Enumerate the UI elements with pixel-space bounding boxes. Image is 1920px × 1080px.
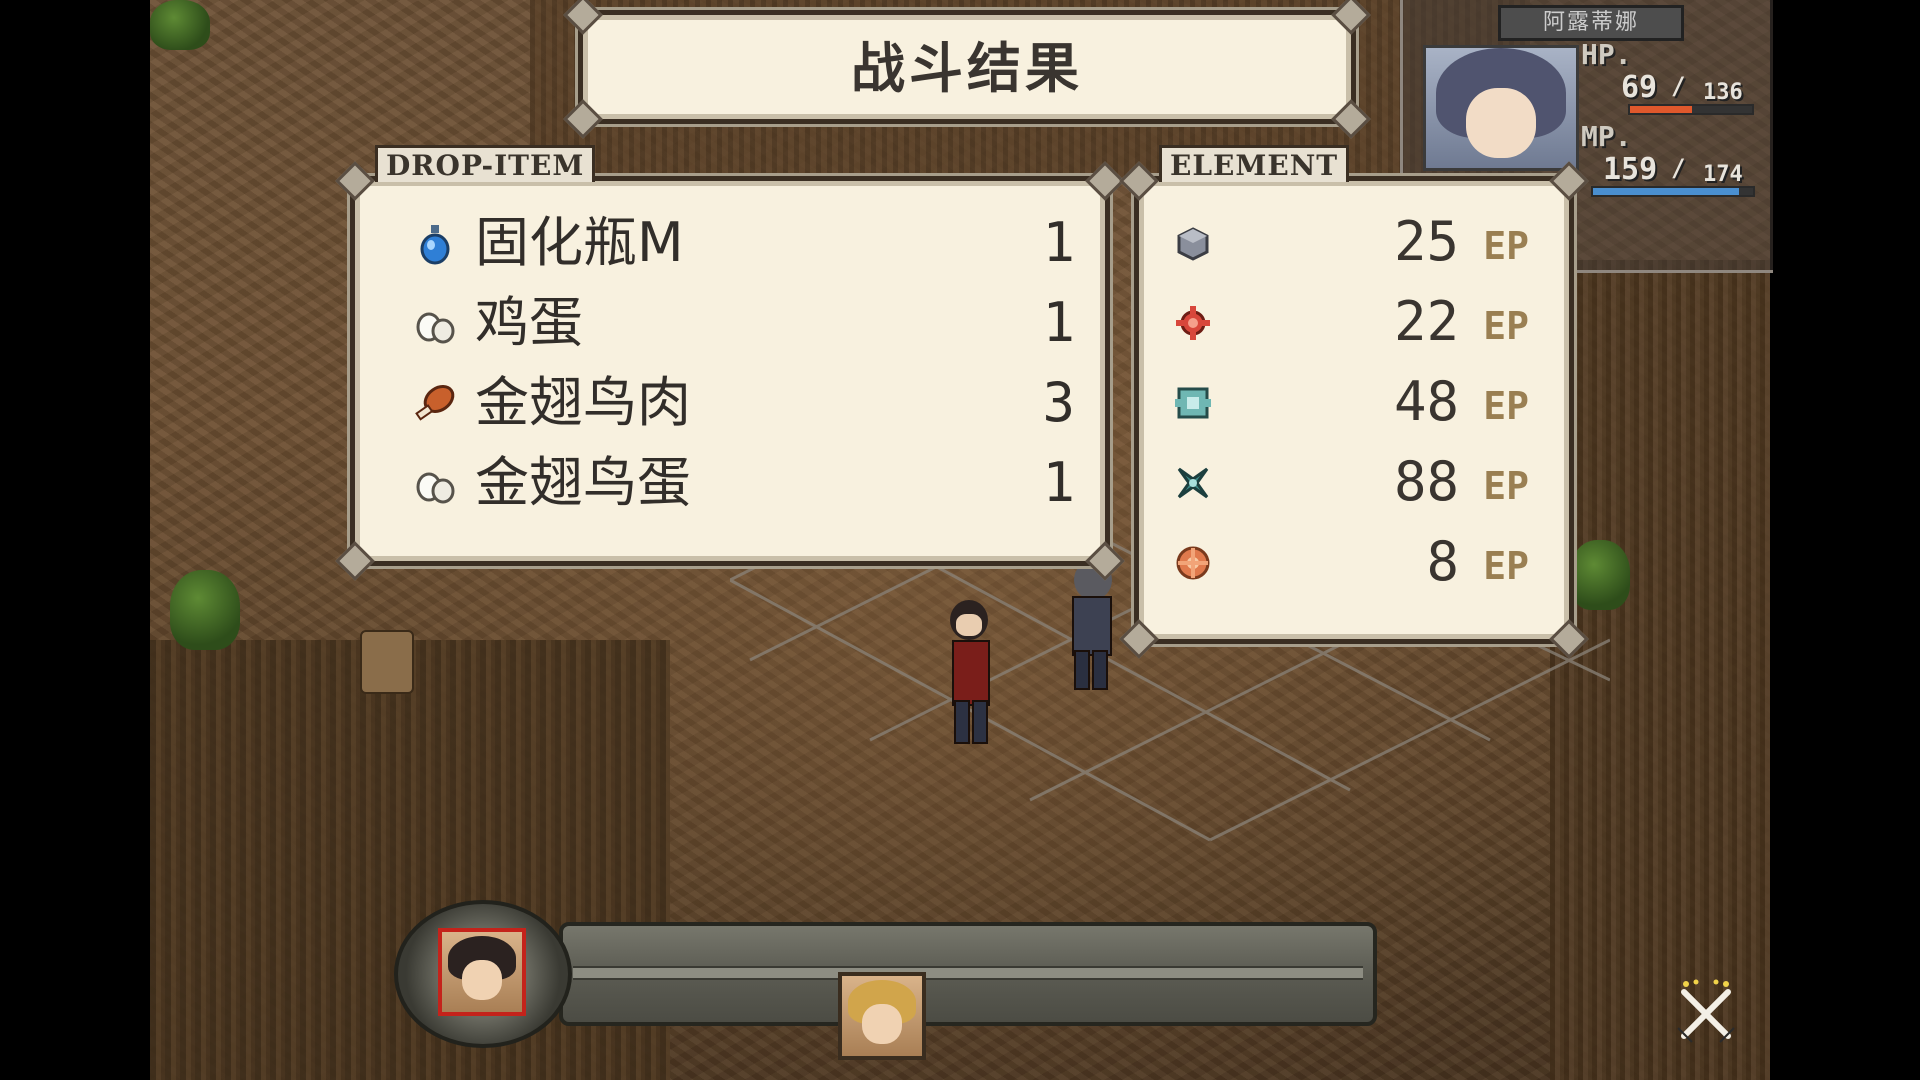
drop-item-row[interactable]: 金翅鸟蛋 1	[355, 443, 1105, 523]
element-value: 22	[1393, 290, 1459, 353]
fire-element-icon	[1176, 306, 1210, 340]
element-value: 48	[1393, 370, 1459, 433]
drop-item-qty: 1	[1042, 291, 1075, 354]
drop-item-panel: DROP-ITEM 固化瓶M 1 鸡蛋 1 金翅鸟肉 3 金翅鸟蛋 1	[335, 145, 1125, 581]
drop-item-qty: 1	[1042, 211, 1075, 274]
ep-unit: EP	[1483, 304, 1529, 348]
drop-item-name: 金翅鸟蛋	[475, 451, 691, 514]
element-panel: ELEMENT 25 EP 22 EP 48 EP 88 EP 8 EP	[1119, 145, 1589, 659]
element-row: 88 EP	[1139, 443, 1569, 523]
battle-result-title: 战斗结果	[563, 0, 1371, 139]
egg-icon	[416, 472, 455, 504]
hp-separator: /	[1671, 72, 1686, 100]
bush	[170, 570, 240, 650]
water-element-icon	[1177, 467, 1209, 499]
element-row: 25 EP	[1139, 203, 1569, 283]
mp-label: MP.	[1581, 120, 1632, 153]
element-value: 25	[1393, 210, 1459, 273]
mp-separator: /	[1671, 154, 1686, 182]
crossed-swords-icon[interactable]	[1672, 978, 1740, 1046]
hero-character[interactable]	[930, 600, 1010, 750]
element-label: ELEMENT	[1159, 145, 1350, 182]
drop-item-name: 固化瓶M	[475, 211, 684, 274]
element-row: 8 EP	[1139, 523, 1569, 603]
character-portrait[interactable]	[1423, 45, 1579, 171]
mp-bar	[1591, 186, 1755, 197]
drop-item-row[interactable]: 金翅鸟肉 3	[355, 363, 1105, 443]
mp-current: 159	[1603, 152, 1658, 187]
title-text: 战斗结果	[851, 37, 1083, 100]
drop-item-row[interactable]: 鸡蛋 1	[355, 283, 1105, 363]
ally-character[interactable]	[1050, 560, 1130, 690]
hp-current: 69	[1621, 70, 1658, 105]
drop-item-row[interactable]: 固化瓶M 1	[355, 203, 1105, 283]
element-value: 8	[1426, 530, 1459, 593]
bush	[150, 0, 210, 50]
wind-element-icon	[1175, 387, 1211, 419]
ep-unit: EP	[1483, 544, 1529, 588]
next-unit-portrait[interactable]	[838, 972, 926, 1060]
drop-item-qty: 1	[1042, 451, 1075, 514]
hp-label: HP.	[1581, 38, 1632, 71]
element-value: 88	[1393, 450, 1459, 513]
light-element-icon	[1176, 546, 1210, 580]
egg-icon	[416, 312, 455, 344]
turn-order-track	[559, 922, 1377, 1026]
hp-max: 136	[1703, 80, 1743, 105]
element-row: 22 EP	[1139, 283, 1569, 363]
drop-item-qty: 3	[1042, 371, 1075, 434]
hp-bar	[1628, 104, 1754, 115]
earth-element-icon	[1177, 227, 1209, 261]
ep-unit: EP	[1483, 224, 1529, 268]
mp-max: 174	[1703, 162, 1743, 187]
drop-item-name: 鸡蛋	[475, 291, 583, 354]
ep-unit: EP	[1483, 464, 1529, 508]
drop-item-name: 金翅鸟肉	[475, 371, 691, 434]
active-unit-portrait[interactable]	[438, 928, 526, 1016]
rock	[360, 630, 414, 694]
meat-icon	[415, 385, 455, 421]
element-row: 48 EP	[1139, 363, 1569, 443]
turn-order-bar	[394, 900, 1394, 1060]
character-name: 阿露蒂娜	[1498, 5, 1684, 41]
ep-unit: EP	[1483, 384, 1529, 428]
potion-icon	[420, 225, 450, 265]
drop-item-label: DROP-ITEM	[375, 145, 596, 182]
